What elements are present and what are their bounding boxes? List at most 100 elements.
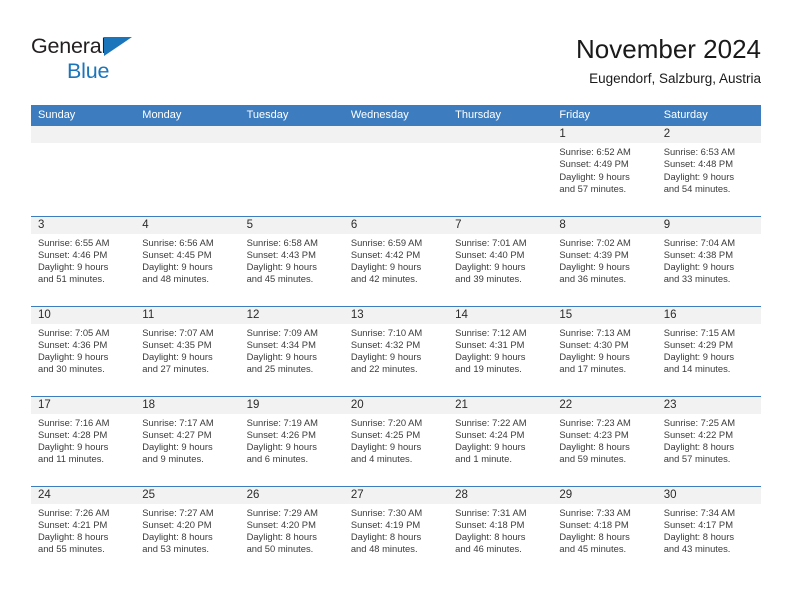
calendar-day-cell[interactable]: 30 Sunrise: 7:34 AM Sunset: 4:17 PM Dayligh… xyxy=(656,485,761,576)
calendar-day-cell[interactable]: 19 Sunrise: 7:19 AM Sunset: 4:26 PM Dayligh… xyxy=(239,395,344,486)
calendar-day-cell[interactable]: 15 Sunrise: 7:13 AM Sunset: 4:30 PM Dayligh… xyxy=(552,305,657,396)
calendar-day-cell[interactable]: 24 Sunrise: 7:26 AM Sunset: 4:21 PM Dayligh… xyxy=(31,485,136,576)
calendar-page: General Blue November 2024 Eugendorf, Sa… xyxy=(0,0,792,612)
daylight-duration-line2: and 43 minutes. xyxy=(663,543,731,555)
calendar-day-cell[interactable]: 29 Sunrise: 7:33 AM Sunset: 4:18 PM Dayligh… xyxy=(552,485,657,576)
day-details: Sunrise: 7:27 AM Sunset: 4:20 PM Daylight:… xyxy=(135,504,239,556)
calendar-day-cell[interactable]: 28 Sunrise: 7:31 AM Sunset: 4:18 PM Dayligh… xyxy=(448,485,553,576)
calendar-day-cell[interactable]: 3 Sunrise: 6:55 AM Sunset: 4:46 PM Daylight… xyxy=(31,215,136,306)
title-block: November 2024 Eugendorf, Salzburg, Austr… xyxy=(576,33,761,89)
daylight-duration-line2: and 1 minute. xyxy=(455,453,512,465)
day-details: Sunrise: 7:15 AM Sunset: 4:29 PM Daylight:… xyxy=(657,324,761,376)
day-details: Sunrise: 7:10 AM Sunset: 4:32 PM Daylight:… xyxy=(344,324,448,376)
calendar-day-cell[interactable]: 18 Sunrise: 7:17 AM Sunset: 4:27 PM Dayligh… xyxy=(135,395,240,486)
calendar-body: 1 Sunrise: 6:52 AM Sunset: 4:49 PM Daylight… xyxy=(31,126,761,576)
daylight-duration-line2: and 4 minutes. xyxy=(350,453,413,465)
daylight-duration-line1: Daylight: 8 hours xyxy=(559,441,630,453)
day-number: 25 xyxy=(135,486,240,504)
day-number xyxy=(31,126,136,143)
calendar-day-cell[interactable]: 5 Sunrise: 6:58 AM Sunset: 4:43 PM Daylight… xyxy=(239,215,344,306)
calendar-day-cell[interactable]: 10 Sunrise: 7:05 AM Sunset: 4:36 PM Dayligh… xyxy=(31,305,136,396)
page-title: November 2024 xyxy=(576,34,761,64)
daylight-duration-line2: and 27 minutes. xyxy=(142,363,209,375)
calendar-day-cell[interactable]: 20 Sunrise: 7:20 AM Sunset: 4:25 PM Dayligh… xyxy=(343,395,449,486)
daylight-duration-line1: Daylight: 9 hours xyxy=(38,351,109,363)
weekday-header-tuesday: Tuesday xyxy=(239,105,344,126)
sunrise-time: Sunrise: 7:01 AM xyxy=(455,236,527,248)
calendar-day-cell[interactable]: 21 Sunrise: 7:22 AM Sunset: 4:24 PM Dayligh… xyxy=(448,395,553,486)
sunset-time: Sunset: 4:28 PM xyxy=(38,428,108,440)
weekday-header-sunday: Sunday xyxy=(31,105,136,126)
sunset-time: Sunset: 4:21 PM xyxy=(38,518,108,530)
calendar-day-cell[interactable]: 16 Sunrise: 7:15 AM Sunset: 4:29 PM Dayligh… xyxy=(656,305,761,396)
sunrise-time: Sunrise: 6:55 AM xyxy=(38,236,110,248)
calendar-day-cell[interactable]: 14 Sunrise: 7:12 AM Sunset: 4:31 PM Dayligh… xyxy=(448,305,553,396)
day-number: 5 xyxy=(239,216,344,234)
day-details: Sunrise: 7:09 AM Sunset: 4:34 PM Daylight:… xyxy=(240,324,344,376)
daylight-duration-line1: Daylight: 9 hours xyxy=(142,441,213,453)
calendar-day-cell[interactable]: 2 Sunrise: 6:53 AM Sunset: 4:48 PM Daylight… xyxy=(656,126,761,216)
logo-text-blue: Blue xyxy=(67,59,110,83)
daylight-duration-line2: and 33 minutes. xyxy=(663,273,731,285)
day-details: Sunrise: 7:26 AM Sunset: 4:21 PM Daylight:… xyxy=(31,504,135,556)
daylight-duration-line2: and 48 minutes. xyxy=(350,543,418,555)
day-number: 28 xyxy=(448,486,553,504)
calendar-day-cell[interactable]: 9 Sunrise: 7:04 AM Sunset: 4:38 PM Daylight… xyxy=(656,215,761,306)
daylight-duration-line2: and 55 minutes. xyxy=(38,543,105,555)
calendar-day-cell[interactable]: 4 Sunrise: 6:56 AM Sunset: 4:45 PM Daylight… xyxy=(135,215,240,306)
sunrise-time: Sunrise: 7:19 AM xyxy=(246,416,318,428)
sunset-time: Sunset: 4:30 PM xyxy=(559,338,629,350)
daylight-duration-line2: and 57 minutes. xyxy=(663,453,731,465)
calendar-day-cell[interactable]: 13 Sunrise: 7:10 AM Sunset: 4:32 PM Dayligh… xyxy=(343,305,449,396)
day-number: 6 xyxy=(343,216,449,234)
calendar-week-row: 10 Sunrise: 7:05 AM Sunset: 4:36 PM Dayligh… xyxy=(31,305,761,396)
sunset-time: Sunset: 4:29 PM xyxy=(663,338,733,350)
sunset-time: Sunset: 4:24 PM xyxy=(455,428,525,440)
day-number: 9 xyxy=(656,216,761,234)
calendar-header-row: Sunday Monday Tuesday Wednesday Thursday… xyxy=(31,105,761,126)
calendar-day-cell[interactable]: 11 Sunrise: 7:07 AM Sunset: 4:35 PM Dayligh… xyxy=(135,305,240,396)
calendar-day-cell[interactable]: 25 Sunrise: 7:27 AM Sunset: 4:20 PM Dayligh… xyxy=(135,485,240,576)
calendar-day-cell[interactable]: 27 Sunrise: 7:30 AM Sunset: 4:19 PM Dayligh… xyxy=(343,485,449,576)
daylight-duration-line2: and 42 minutes. xyxy=(350,273,418,285)
sunset-time: Sunset: 4:26 PM xyxy=(246,428,316,440)
daylight-duration-line2: and 36 minutes. xyxy=(559,273,627,285)
daylight-duration-line1: Daylight: 9 hours xyxy=(663,351,735,363)
calendar-week-row: 1 Sunrise: 6:52 AM Sunset: 4:49 PM Daylight… xyxy=(31,126,761,216)
sunset-time: Sunset: 4:25 PM xyxy=(350,428,421,440)
calendar-day-cell-empty xyxy=(343,126,449,216)
sunset-time: Sunset: 4:43 PM xyxy=(246,248,316,260)
calendar-day-cell-empty xyxy=(31,126,136,216)
sunrise-time: Sunrise: 7:25 AM xyxy=(663,416,736,428)
daylight-duration-line2: and 14 minutes. xyxy=(663,363,731,375)
calendar-day-cell[interactable]: 22 Sunrise: 7:23 AM Sunset: 4:23 PM Dayligh… xyxy=(552,395,657,486)
daylight-duration-line2: and 57 minutes. xyxy=(559,182,627,194)
sunset-time: Sunset: 4:19 PM xyxy=(350,518,421,530)
calendar-day-cell-empty xyxy=(448,126,553,216)
day-number: 29 xyxy=(552,486,657,504)
sunrise-time: Sunrise: 7:07 AM xyxy=(142,326,214,338)
day-number xyxy=(448,126,553,143)
calendar-day-cell[interactable]: 12 Sunrise: 7:09 AM Sunset: 4:34 PM Dayligh… xyxy=(239,305,344,396)
daylight-duration-line1: Daylight: 9 hours xyxy=(38,261,109,273)
calendar-day-cell[interactable]: 26 Sunrise: 7:29 AM Sunset: 4:20 PM Dayligh… xyxy=(239,485,344,576)
sunrise-time: Sunrise: 7:22 AM xyxy=(455,416,527,428)
sunset-time: Sunset: 4:39 PM xyxy=(559,248,629,260)
day-number: 7 xyxy=(448,216,553,234)
daylight-duration-line2: and 25 minutes. xyxy=(246,363,314,375)
calendar-day-cell[interactable]: 7 Sunrise: 7:01 AM Sunset: 4:40 PM Daylight… xyxy=(448,215,553,306)
calendar-day-cell[interactable]: 17 Sunrise: 7:16 AM Sunset: 4:28 PM Dayligh… xyxy=(31,395,136,486)
day-number: 24 xyxy=(31,486,136,504)
daylight-duration-line2: and 59 minutes. xyxy=(559,453,627,465)
day-number: 30 xyxy=(656,486,761,504)
sunrise-time: Sunrise: 7:31 AM xyxy=(455,506,527,518)
daylight-duration-line2: and 9 minutes. xyxy=(142,453,204,465)
day-number xyxy=(239,126,344,143)
day-number: 11 xyxy=(135,306,240,324)
calendar-day-cell[interactable]: 1 Sunrise: 6:52 AM Sunset: 4:49 PM Daylight… xyxy=(552,126,657,216)
calendar-day-cell[interactable]: 6 Sunrise: 6:59 AM Sunset: 4:42 PM Daylight… xyxy=(343,215,449,306)
calendar-day-cell[interactable]: 23 Sunrise: 7:25 AM Sunset: 4:22 PM Dayligh… xyxy=(656,395,761,486)
calendar-day-cell[interactable]: 8 Sunrise: 7:02 AM Sunset: 4:39 PM Daylight… xyxy=(552,215,657,306)
weekday-header-friday: Friday xyxy=(552,105,657,126)
day-details: Sunrise: 7:02 AM Sunset: 4:39 PM Daylight:… xyxy=(552,234,656,286)
